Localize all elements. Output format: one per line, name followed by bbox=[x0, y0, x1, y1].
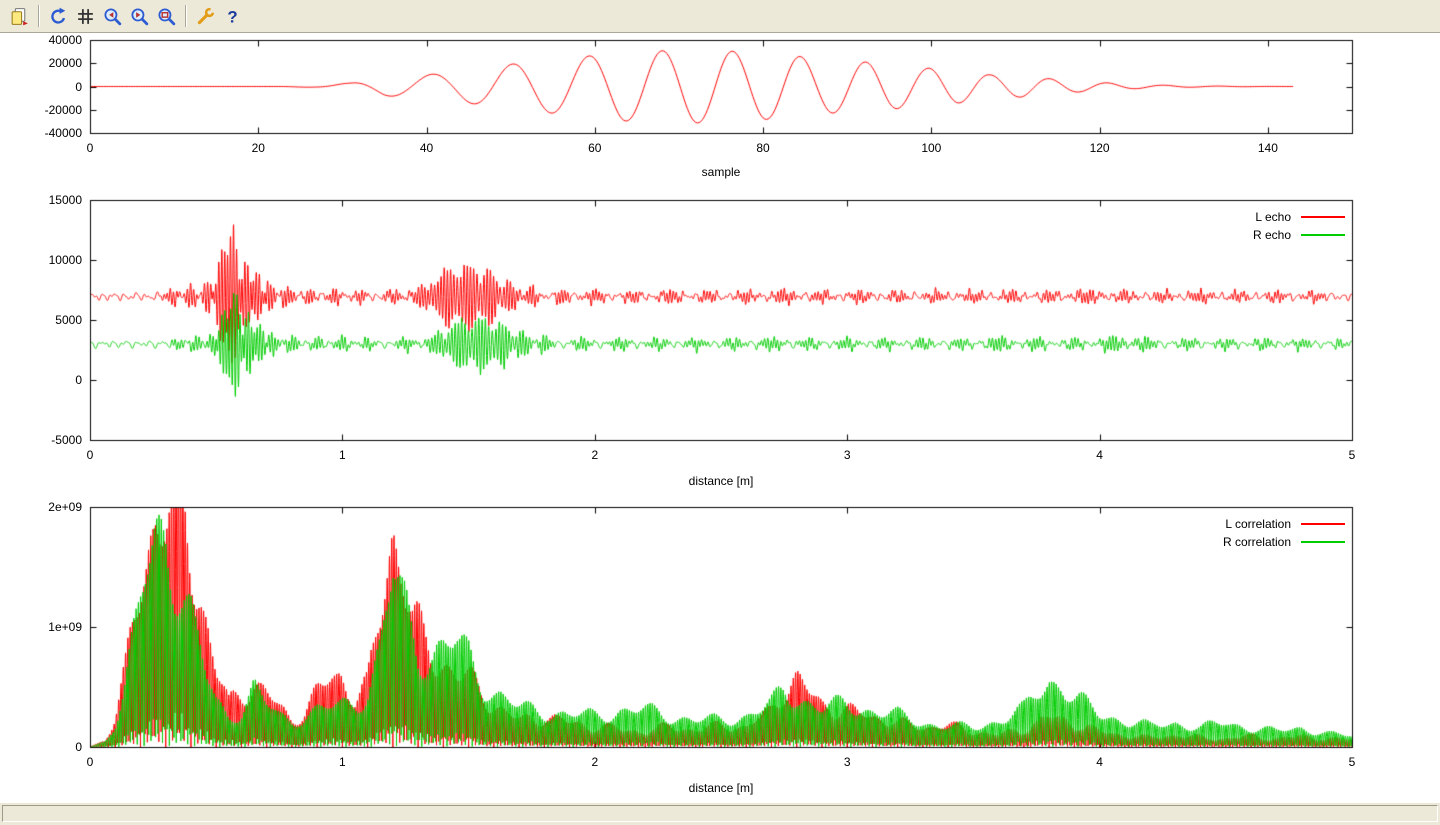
x-tick-label: 4 bbox=[1070, 755, 1130, 769]
y-tick-label: 0 bbox=[0, 80, 82, 94]
x-tick-label: 0 bbox=[60, 755, 120, 769]
y-tick-label: -5000 bbox=[0, 433, 82, 447]
chart-echo-canvas[interactable] bbox=[0, 190, 1440, 500]
y-tick-label: 15000 bbox=[0, 193, 82, 207]
x-tick-label: 0 bbox=[60, 141, 120, 155]
x-tick-label: 3 bbox=[817, 448, 877, 462]
legend-line-sample bbox=[1301, 216, 1345, 218]
legend-label: L echo bbox=[1255, 210, 1291, 224]
chart-correlation: 0 1e+09 2e+09 0 1 2 3 4 5 distance [m] L correlati… bbox=[0, 500, 1440, 802]
x-tick-label: 4 bbox=[1070, 448, 1130, 462]
chart-echo: -5000050001000015000012345distance [m]L … bbox=[0, 190, 1440, 500]
legend-label: L correlation bbox=[1225, 517, 1291, 531]
y-tick-label: -40000 bbox=[0, 126, 82, 140]
chart-waveform: -40000 -20000 0 20000 40000 0 20 40 60 80 100 120 14… bbox=[0, 34, 1440, 190]
x-axis-title: distance [m] bbox=[90, 474, 1352, 488]
x-tick-label: 1 bbox=[312, 755, 372, 769]
legend-line-sample bbox=[1301, 234, 1345, 236]
legend-entry: L correlation bbox=[1223, 517, 1345, 531]
y-tick-label: 5000 bbox=[0, 313, 82, 327]
x-tick-label: 0 bbox=[60, 448, 120, 462]
status-bar bbox=[0, 802, 1440, 825]
y-tick-label: 0 bbox=[0, 373, 82, 387]
x-tick-label: 140 bbox=[1238, 141, 1298, 155]
y-tick-label: 1e+09 bbox=[0, 620, 82, 634]
x-tick-label: 5 bbox=[1322, 448, 1382, 462]
y-tick-label: 2e+09 bbox=[0, 500, 82, 514]
legend: L echo R echo bbox=[1253, 210, 1345, 242]
gnuplot-window: ? -40000-2000002000040000020406080100120… bbox=[0, 0, 1440, 825]
y-tick-label: 10000 bbox=[0, 253, 82, 267]
x-tick-label: 60 bbox=[565, 141, 625, 155]
x-tick-label: 5 bbox=[1322, 755, 1382, 769]
legend-label: R echo bbox=[1253, 228, 1291, 242]
legend-entry: L echo bbox=[1253, 210, 1345, 224]
legend: L correlation R correlation bbox=[1223, 517, 1345, 549]
plot-area: -40000-200000200004000002040608010012014… bbox=[0, 0, 1440, 802]
x-tick-label: 3 bbox=[817, 755, 877, 769]
x-tick-label: 2 bbox=[565, 755, 625, 769]
y-tick-label: -20000 bbox=[0, 103, 82, 117]
x-tick-label: 1 bbox=[312, 448, 372, 462]
legend-line-sample bbox=[1301, 523, 1345, 525]
legend-entry: R correlation bbox=[1223, 535, 1345, 549]
x-tick-label: 120 bbox=[1070, 141, 1130, 155]
x-tick-label: 80 bbox=[733, 141, 793, 155]
y-tick-label: 40000 bbox=[0, 33, 82, 47]
y-tick-label: 20000 bbox=[0, 56, 82, 70]
x-tick-label: 20 bbox=[228, 141, 288, 155]
x-tick-label: 40 bbox=[397, 141, 457, 155]
x-tick-label: 100 bbox=[901, 141, 961, 155]
legend-line-sample bbox=[1301, 541, 1345, 543]
status-text bbox=[2, 805, 1438, 822]
x-axis-title: sample bbox=[90, 165, 1352, 179]
legend-entry: R echo bbox=[1253, 228, 1345, 242]
legend-label: R correlation bbox=[1223, 535, 1291, 549]
x-axis-title: distance [m] bbox=[90, 781, 1352, 795]
x-tick-label: 2 bbox=[565, 448, 625, 462]
y-tick-label: 0 bbox=[0, 740, 82, 754]
